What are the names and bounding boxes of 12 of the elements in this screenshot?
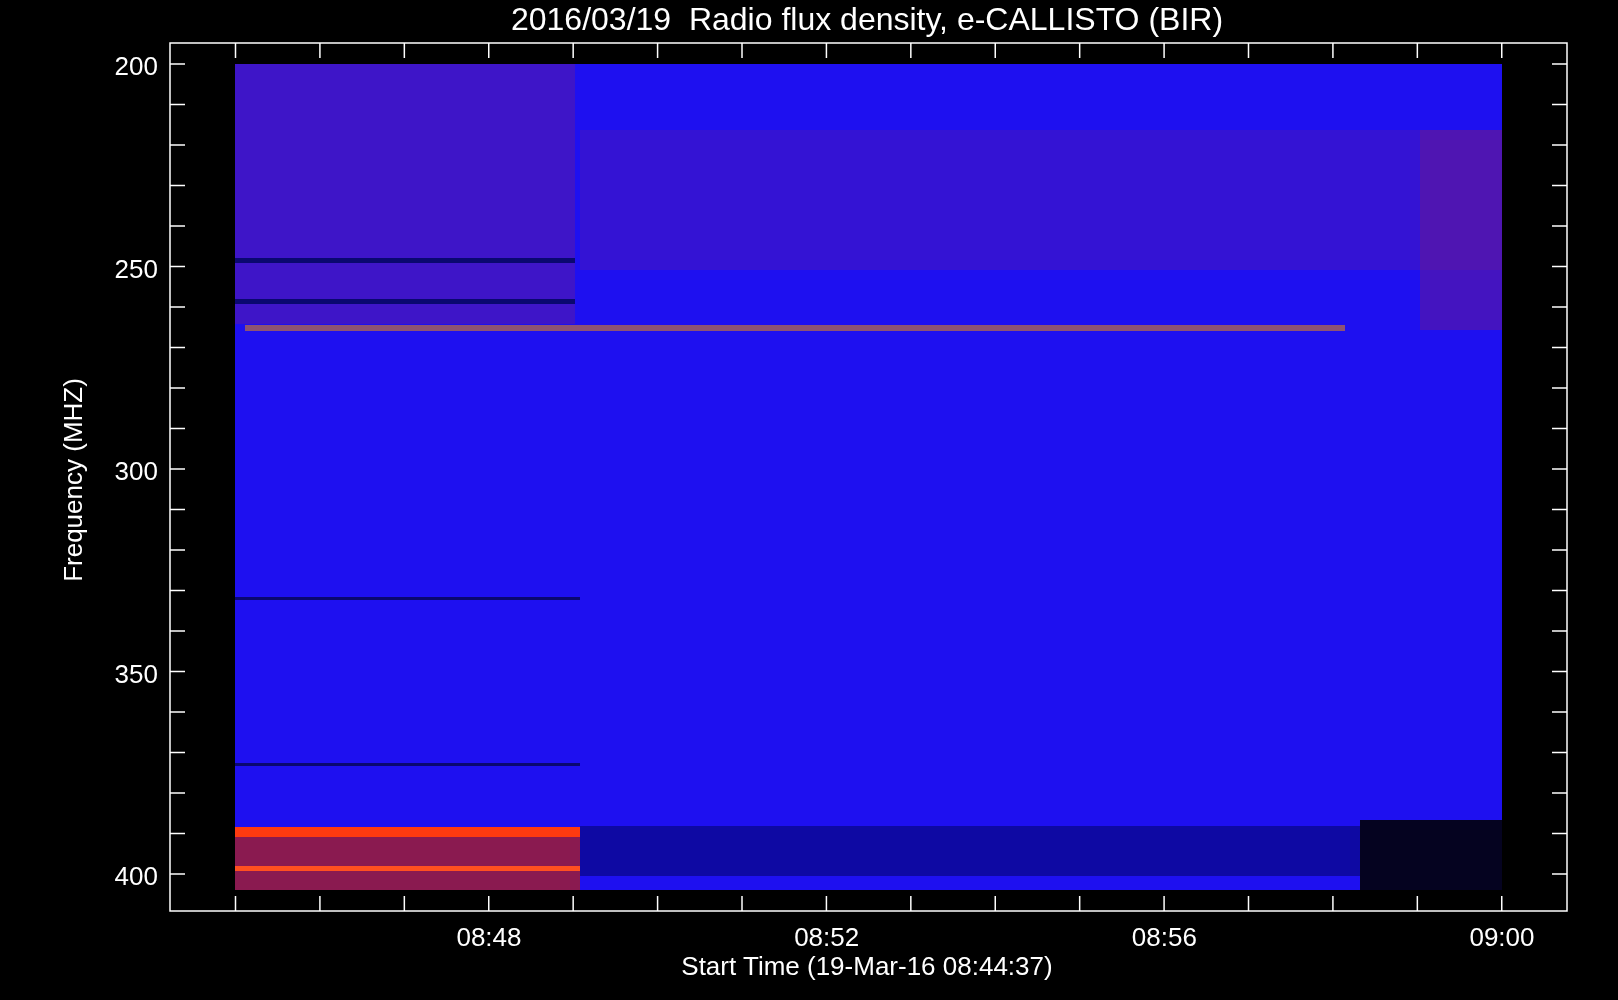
tick-label: 200 (114, 51, 158, 81)
tick-label: 08:48 (456, 922, 522, 952)
tick-label: 350 (114, 658, 158, 689)
plot-title: 2016/03/19 Radio flux density, e-CALLISTO (BIR) (510, 1, 1224, 37)
tick-label: 250 (114, 253, 158, 284)
tick-label: 08:56 (1131, 922, 1197, 952)
tick-label: 09:00 (1469, 922, 1535, 952)
axis-label: Frequency (MHZ) (58, 378, 88, 582)
tick-label: 08:52 (794, 922, 860, 952)
tick-label: 300 (114, 456, 158, 486)
tick-label: 400 (114, 861, 158, 891)
axis-label: Start Time (19-Mar-16 08:44:37) (681, 951, 1053, 981)
